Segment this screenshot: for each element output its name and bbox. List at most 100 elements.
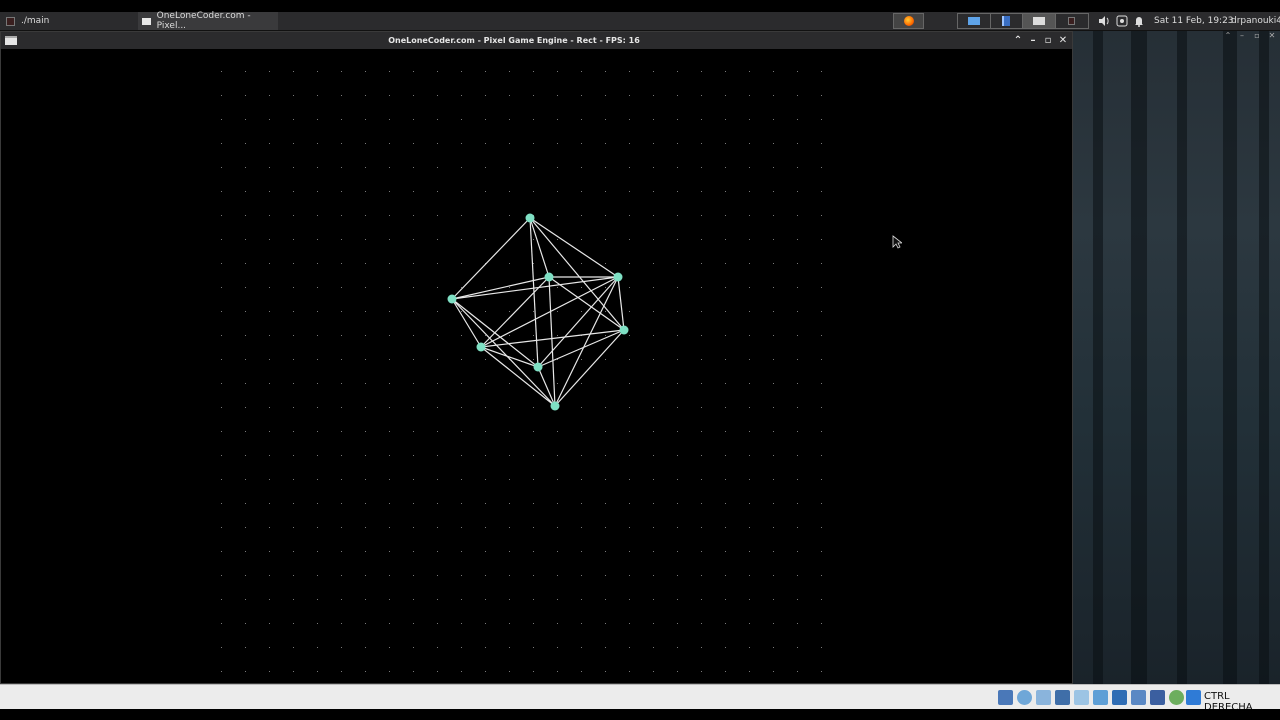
grid-dot (461, 71, 462, 72)
grid-dot (629, 551, 630, 552)
grid-dot (557, 431, 558, 432)
grid-dot (509, 95, 510, 96)
network-icon[interactable] (1116, 13, 1128, 29)
grid-dot (437, 575, 438, 576)
workspace-1[interactable] (958, 14, 991, 28)
task-main[interactable]: ./main (6, 12, 136, 30)
grid-dot (269, 335, 270, 336)
notification-bell-icon[interactable] (1133, 13, 1145, 29)
grid-dot (269, 215, 270, 216)
wireframe-edge (554, 329, 625, 407)
wireframe-edge (480, 346, 539, 368)
cpu-icon[interactable] (1150, 690, 1165, 705)
grid-dot (221, 71, 222, 72)
grid-dot (461, 527, 462, 528)
network-adapter-icon[interactable] (1055, 690, 1070, 705)
grid-dot (509, 575, 510, 576)
guest-additions-icon[interactable] (1169, 690, 1184, 705)
grid-dot (245, 239, 246, 240)
user-name[interactable]: drpanouki4 (1231, 13, 1280, 29)
volume-icon[interactable] (1098, 13, 1110, 29)
grid-dot (749, 215, 750, 216)
wireframe-vertex (613, 272, 623, 282)
grid-dot (581, 503, 582, 504)
firefox-launcher-button[interactable] (893, 13, 924, 29)
grid-dot (461, 647, 462, 648)
audio-icon[interactable] (1036, 690, 1051, 705)
grid-dot (701, 479, 702, 480)
grid-dot (269, 599, 270, 600)
grid-dot (509, 287, 510, 288)
grid-dot (581, 527, 582, 528)
grid-dot (365, 431, 366, 432)
grid-dot (581, 671, 582, 672)
grid-dot (677, 263, 678, 264)
grid-dot (821, 623, 822, 624)
grid-dot (221, 263, 222, 264)
chevron-up-icon[interactable]: ⌃ (1222, 31, 1234, 40)
grid-dot (509, 119, 510, 120)
grid-dot (629, 407, 630, 408)
grid-dot (701, 167, 702, 168)
chevron-up-icon[interactable]: ⌃ (1011, 34, 1025, 47)
grid-dot (701, 143, 702, 144)
wireframe-vertex (619, 325, 629, 335)
minimize-button[interactable]: – (1026, 34, 1040, 47)
grid-dot (557, 455, 558, 456)
optical-drive-icon[interactable] (1017, 690, 1032, 705)
workspace-3[interactable] (1023, 14, 1056, 28)
grid-dot (773, 623, 774, 624)
usb-icon[interactable] (1074, 690, 1089, 705)
grid-dot (461, 575, 462, 576)
download-icon[interactable] (1186, 690, 1201, 705)
grid-dot (605, 143, 606, 144)
workspace-2[interactable] (991, 14, 1023, 28)
window-titlebar[interactable]: OneLoneCoder.com - Pixel Game Engine - R… (1, 32, 1072, 49)
grid-dot (677, 215, 678, 216)
desktop-wallpaper (1073, 31, 1280, 684)
grid-dot (341, 599, 342, 600)
grid-dot (749, 71, 750, 72)
wireframe-edge (451, 298, 539, 368)
clock[interactable]: Sat 11 Feb, 19:23 (1154, 13, 1234, 29)
grid-dot (389, 671, 390, 672)
maximize-icon[interactable]: ▫ (1251, 31, 1263, 40)
grid-dot (773, 503, 774, 504)
grid-dot (461, 479, 462, 480)
disk-icon[interactable] (998, 690, 1013, 705)
grid-dot (293, 215, 294, 216)
shared-folder-icon[interactable] (1093, 690, 1108, 705)
grid-dot (341, 479, 342, 480)
grid-dot (557, 143, 558, 144)
grid-dot (341, 647, 342, 648)
grid-dot (773, 455, 774, 456)
game-canvas[interactable] (3, 49, 1071, 683)
display-icon[interactable] (1112, 690, 1127, 705)
grid-dot (461, 143, 462, 144)
close-button[interactable]: ✕ (1056, 34, 1070, 47)
grid-dot (773, 191, 774, 192)
grid-dot (725, 239, 726, 240)
grid-dot (413, 239, 414, 240)
grid-dot (701, 119, 702, 120)
grid-dot (389, 527, 390, 528)
grid-dot (749, 95, 750, 96)
maximize-button[interactable]: ▫ (1041, 34, 1055, 47)
grid-dot (629, 335, 630, 336)
grid-dot (773, 359, 774, 360)
grid-dot (749, 383, 750, 384)
wallpaper-curtain (1131, 31, 1147, 684)
minimize-icon[interactable]: – (1236, 31, 1248, 40)
grid-dot (605, 479, 606, 480)
workspace-4[interactable] (1056, 14, 1088, 28)
grid-dot (461, 119, 462, 120)
close-icon[interactable]: ✕ (1266, 31, 1278, 40)
grid-dot (413, 575, 414, 576)
scene-svg (221, 71, 822, 672)
grid-dot (437, 599, 438, 600)
task-pixel-game-engine[interactable]: OneLoneCoder.com - Pixel... (138, 11, 278, 31)
recording-icon[interactable] (1131, 690, 1146, 705)
grid-dot (629, 263, 630, 264)
grid-dot (461, 431, 462, 432)
grid-dot (413, 503, 414, 504)
